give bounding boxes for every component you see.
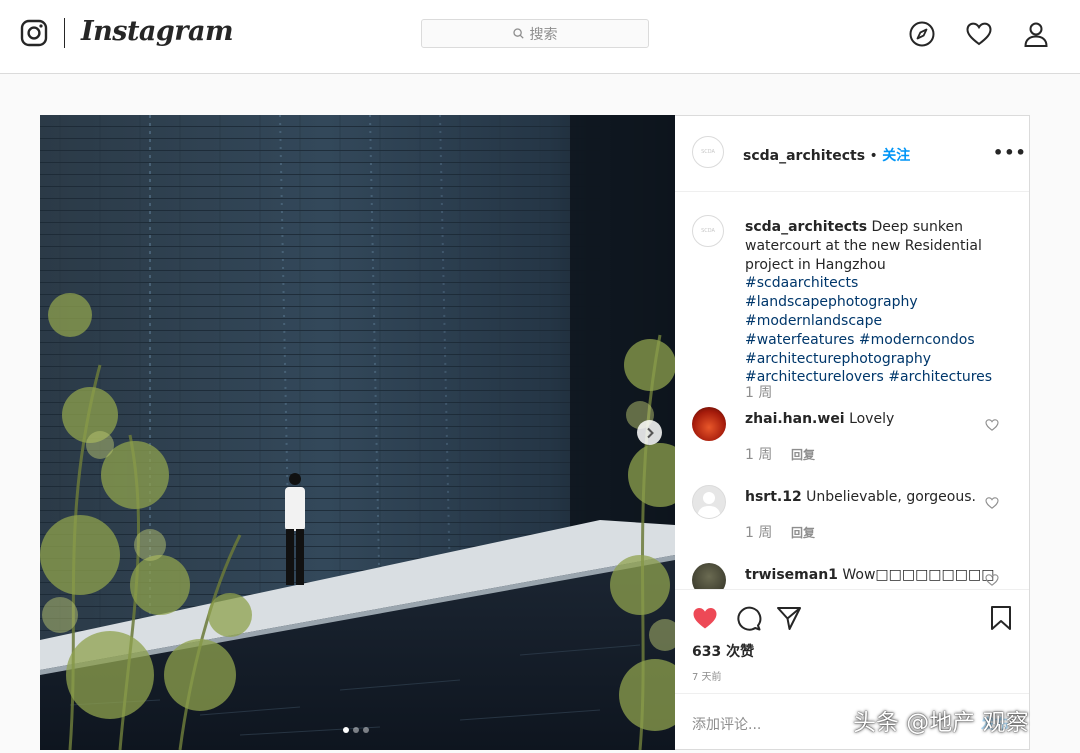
profile-user-icon[interactable] — [1022, 20, 1050, 48]
follow-button[interactable]: 关注 — [882, 148, 910, 164]
comment-body: Wow□□□□□□□□□ — [842, 567, 995, 583]
comments-list[interactable]: SCDA scda_architects Deep sunken waterco… — [675, 193, 1029, 589]
likes-count[interactable]: 633 次赞 — [692, 641, 754, 661]
logo-divider — [64, 18, 65, 48]
search-placeholder: 搜索 — [529, 26, 558, 43]
caption-time[interactable]: 1 周 — [745, 382, 772, 402]
comment-like-heart-icon[interactable] — [985, 573, 999, 587]
default-user-icon — [697, 492, 721, 518]
reply-button[interactable]: 回复 — [791, 446, 815, 463]
post-timestamp[interactable]: 7 天前 — [692, 668, 722, 683]
comment-body: Lovely — [849, 411, 895, 427]
search-icon — [512, 28, 524, 39]
author-avatar[interactable]: SCDA — [692, 136, 724, 168]
post-side-panel: SCDA scda_architects • 关注 ••• SCDA scda_… — [675, 115, 1029, 750]
post-author-line: scda_architects • 关注 — [743, 145, 910, 165]
photo-illustration — [40, 115, 675, 750]
post-header: SCDA scda_architects • 关注 ••• — [675, 115, 1029, 192]
hashtag-link[interactable]: #landscapephotography — [745, 294, 918, 310]
comment-time[interactable]: 1 周 — [745, 522, 772, 542]
author-username[interactable]: scda_architects — [743, 148, 865, 164]
commenter-avatar[interactable] — [692, 407, 726, 441]
chevron-right-icon — [646, 427, 654, 438]
comment-like-heart-icon[interactable] — [985, 418, 999, 432]
hashtag-link[interactable]: #architecturephotography — [745, 351, 931, 367]
separator-dot: • — [869, 148, 878, 164]
hashtag-link[interactable]: #moderncondos — [859, 332, 975, 348]
caption-text: scda_architects Deep sunken watercourt a… — [745, 218, 995, 387]
activity-heart-icon[interactable] — [965, 20, 993, 48]
add-comment-input[interactable]: 添加评论... — [692, 714, 761, 734]
top-nav-bar: Instagram 搜索 — [0, 0, 1080, 74]
share-send-icon[interactable] — [775, 604, 803, 632]
carousel-dot-active — [343, 727, 349, 733]
commenter-avatar[interactable] — [692, 563, 726, 589]
carousel-dot — [363, 727, 369, 733]
hashtag-link[interactable]: #architectures — [888, 369, 992, 385]
comment-time[interactable]: 1 周 — [745, 444, 772, 464]
carousel-indicator — [343, 727, 369, 733]
comment-bubble-icon[interactable] — [734, 604, 762, 632]
watermark-text: 头条 @地产 观察 — [853, 710, 1029, 736]
instagram-camera-icon[interactable] — [20, 19, 48, 47]
like-heart-filled-icon[interactable] — [691, 604, 719, 632]
comment-username[interactable]: zhai.han.wei — [745, 411, 845, 427]
hashtag-link[interactable]: #waterfeatures — [745, 332, 854, 348]
comment-username[interactable]: trwiseman1 — [745, 567, 838, 583]
comment-like-heart-icon[interactable] — [985, 496, 999, 510]
search-input[interactable]: 搜索 — [421, 19, 649, 48]
reply-button[interactable]: 回复 — [791, 524, 815, 541]
comment-text: zhai.han.wei Lovely — [745, 411, 894, 427]
caption-username[interactable]: scda_architects — [745, 219, 867, 235]
comment-username[interactable]: hsrt.12 — [745, 489, 802, 505]
hashtag-link[interactable]: #modernlandscape — [745, 313, 882, 329]
comment-text: hsrt.12 Unbelievable, gorgeous. — [745, 489, 976, 505]
carousel-dot — [353, 727, 359, 733]
post-photo[interactable] — [40, 115, 675, 750]
comment-body: Unbelievable, gorgeous. — [806, 489, 976, 505]
hashtag-link[interactable]: #scdaarchitects — [745, 275, 858, 291]
carousel-next-button[interactable] — [637, 420, 662, 445]
more-options-icon[interactable]: ••• — [993, 143, 1027, 162]
caption-avatar[interactable]: SCDA — [692, 215, 724, 247]
save-bookmark-icon[interactable] — [987, 604, 1015, 632]
comment-text: trwiseman1 Wow□□□□□□□□□ — [745, 567, 994, 583]
explore-compass-icon[interactable] — [908, 20, 936, 48]
commenter-avatar-default[interactable] — [692, 485, 726, 519]
instagram-wordmark[interactable]: Instagram — [81, 16, 234, 47]
